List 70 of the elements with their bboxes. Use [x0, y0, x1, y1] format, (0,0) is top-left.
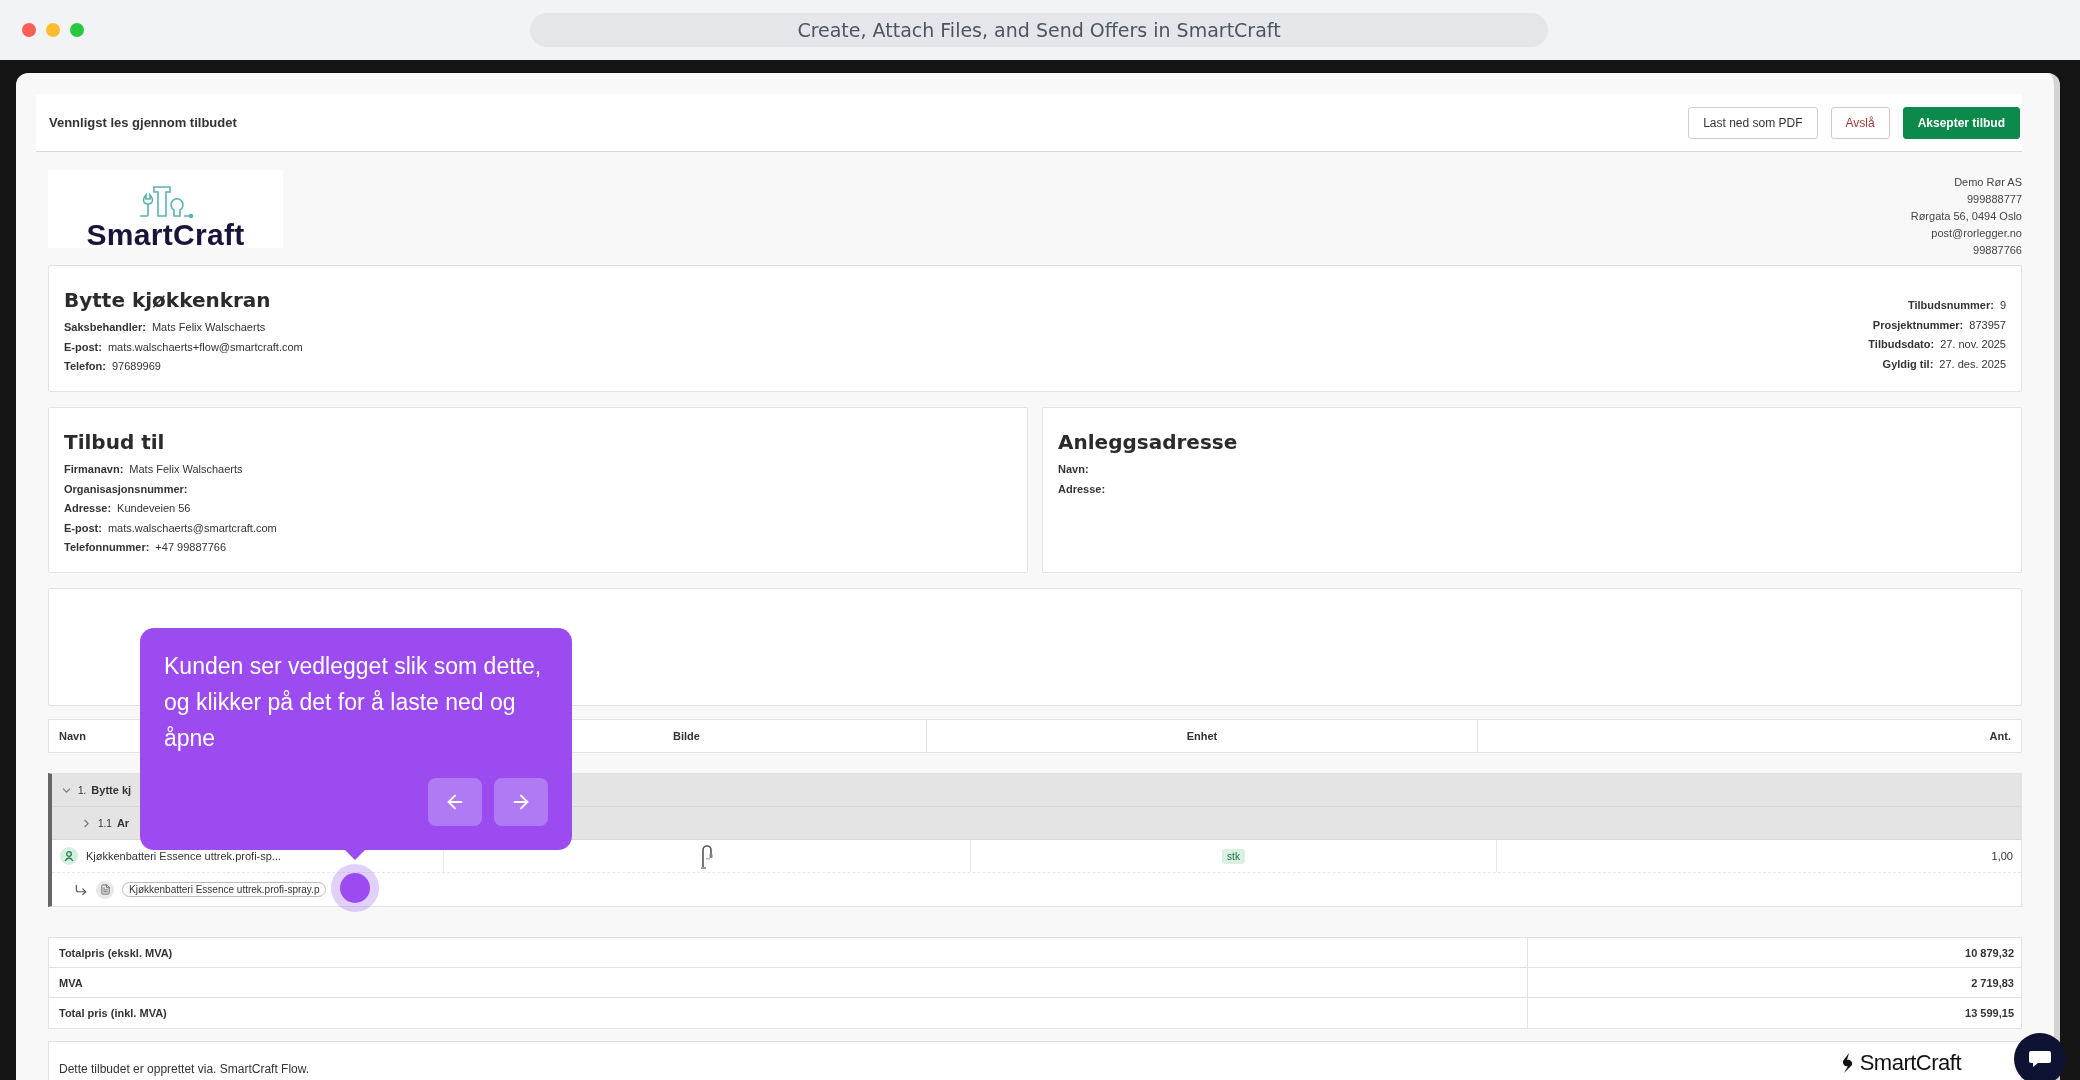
field-label: E-post:	[64, 520, 102, 536]
field-label: E-post:	[64, 339, 102, 355]
offer-title: Bytte kjøkkenkran	[64, 288, 272, 312]
logo-text: SmartCraft	[86, 220, 245, 248]
group-name: Bytte kj	[91, 784, 132, 796]
tools-icon	[137, 184, 194, 220]
field-label: Tilbudsnummer:	[1907, 298, 1994, 313]
field-value: Mats Felix Walschaerts	[129, 462, 243, 477]
field-value: Kundeveien 56	[117, 501, 191, 516]
total-label: Totalpris (ekskl. MVA)	[58, 945, 174, 961]
field-label: Organisasjonsnummer:	[64, 481, 188, 497]
company-info: Rørgata 56, 0494 Oslo	[1910, 209, 2022, 224]
field-label: Telefon:	[64, 359, 106, 374]
field-value: mats.walschaerts@smartcraft.com	[107, 520, 277, 536]
return-arrow-icon	[74, 882, 88, 897]
back-button[interactable]	[428, 778, 482, 826]
close-window-button[interactable]	[22, 23, 36, 37]
footer-text: Dette tilbudet er opprettet via. SmartCraft Flow.	[59, 1062, 310, 1076]
total-label: Total pris (inkl. MVA)	[58, 1006, 168, 1021]
decline-button[interactable]: Avslå	[1830, 106, 1890, 139]
column-header: Bilde	[673, 730, 700, 742]
field-label: Navn:	[1058, 462, 1089, 477]
row-number: 1.	[78, 784, 87, 796]
field-label: Gyldig til:	[1882, 356, 1934, 372]
file-icon	[96, 880, 114, 899]
window-title: Create, Attach Files, and Send Offers in SmartCraft	[530, 13, 1548, 47]
person-icon	[60, 847, 78, 865]
card-title: Tilbud til	[64, 430, 166, 454]
quantity: 1,00	[1991, 850, 2013, 862]
column-header: Enhet	[1186, 730, 1218, 742]
card-title: Anleggsadresse	[1058, 430, 1239, 454]
field-value: mats.walschaerts+flow@smartcraft.com	[107, 339, 303, 355]
column-header: Ant.	[1989, 730, 2011, 742]
minimize-window-button[interactable]	[46, 23, 60, 37]
field-label: Telefonnummer:	[64, 540, 150, 555]
field-label: Adresse:	[64, 501, 112, 516]
tour-text: Kunden ser vedlegget slik som dette, og klikker på det for å laste ned og åpne	[164, 652, 543, 753]
download-button[interactable]: Last ned som PDF	[1688, 106, 1818, 139]
field-label: Tilbudsdato:	[1868, 337, 1935, 352]
field-label: Firmanavn:	[64, 462, 124, 477]
next-button[interactable]	[494, 778, 548, 826]
company-info: 999888777	[1966, 192, 2022, 207]
field-value: Mats Felix Walschaerts	[151, 320, 266, 335]
field-value: 9	[1999, 298, 2006, 313]
unit-tag: stk	[1222, 848, 1245, 864]
total-label: MVA	[58, 975, 84, 991]
field-label: Saksbehandler:	[64, 320, 146, 335]
total-value: 13 599,15	[1527, 998, 2021, 1028]
column-header: Navn	[59, 730, 86, 742]
field-label: Prosjektnummer:	[1872, 317, 1964, 333]
company-info: post@rorlegger.no	[1931, 226, 2022, 241]
field-value: 27. des. 2025	[1939, 356, 2006, 372]
company-info: 99887766	[1973, 243, 2022, 258]
accept-button[interactable]: Aksepter tilbud	[1902, 106, 2020, 139]
field-value: +47 99887766	[155, 540, 227, 555]
field-label: Adresse:	[1058, 481, 1106, 497]
field-value: 873957	[1969, 317, 2006, 333]
row-number: 1.1	[98, 817, 112, 829]
field-value: 27. nov. 2025	[1940, 337, 2006, 352]
item-name: Kjøkkenbatteri Essence uttrek.profi-sp...	[86, 850, 282, 862]
brand-name: SmartCraft	[1859, 1050, 1961, 1076]
total-value: 10 879,32	[1527, 938, 2021, 967]
company-info: Demo Rør AS	[1954, 175, 2022, 190]
field-value: 97689969	[111, 359, 161, 374]
total-value: 2 719,83	[1527, 968, 2021, 997]
group-name: Ar	[116, 817, 130, 829]
maximize-window-button[interactable]	[70, 23, 84, 37]
header-title: Vennligst les gjennom tilbudet	[49, 115, 237, 130]
hotspot-marker[interactable]	[331, 864, 379, 912]
chat-icon	[2028, 1049, 2052, 1069]
